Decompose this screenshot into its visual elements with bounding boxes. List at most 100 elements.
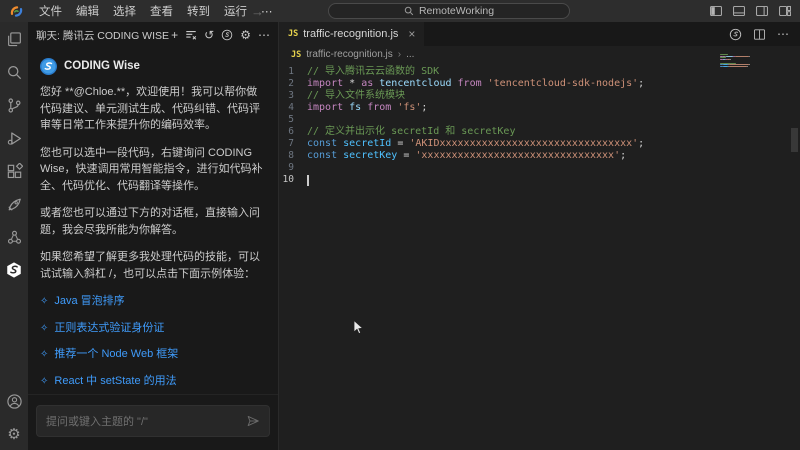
- line-number: 1: [279, 66, 307, 78]
- example-prompt-link[interactable]: ✧ 正则表达式验证身份证: [40, 320, 266, 337]
- chat-settings-gear-icon[interactable]: ⚙: [240, 29, 251, 41]
- code-text: const secretKey = 'xxxxxxxxxxxxxxxxxxxxx…: [307, 150, 626, 162]
- sparkle-icon: ✧: [40, 374, 48, 389]
- send-icon[interactable]: [246, 414, 260, 428]
- code-text: // 导入文件系统模块: [307, 90, 405, 102]
- coding-wise-mini-icon[interactable]: [221, 29, 233, 41]
- code-line[interactable]: 10: [279, 174, 800, 186]
- line-number: 3: [279, 90, 307, 102]
- tab-label: traffic-recognition.js: [303, 28, 398, 40]
- code-text: import * as tencentcloud from 'tencentcl…: [307, 78, 644, 90]
- editor-scrollbar[interactable]: [791, 128, 798, 152]
- sparkle-icon: ✧: [40, 321, 48, 336]
- chat-paragraph: 您好 **@Chloe.**，欢迎使用！我可以帮你做代码建议、单元测试生成、代码…: [40, 84, 266, 134]
- editor-more-actions-icon[interactable]: ⋯: [777, 27, 789, 41]
- example-prompt-link[interactable]: ✧ Java 冒泡排序: [40, 293, 266, 310]
- breadcrumb-separator: ›: [398, 49, 401, 60]
- nav-forward-icon[interactable]: →: [251, 4, 264, 19]
- toggle-secondary-sidebar-icon[interactable]: [755, 4, 769, 18]
- line-number: 6: [279, 126, 307, 138]
- minimap[interactable]: [720, 54, 774, 114]
- sparkle-icon: ✧: [40, 294, 48, 309]
- line-number: 4: [279, 102, 307, 114]
- menu-item[interactable]: 转到: [180, 3, 217, 19]
- rocket-icon[interactable]: [4, 194, 24, 214]
- chat-panel-title: 聊天: 腾讯云 CODING WISE: [36, 28, 171, 43]
- chat-input-placeholder: 提问或键入主题的 "/": [46, 413, 246, 429]
- menu-bar: 文件编辑选择查看转到运行: [32, 3, 254, 19]
- line-number: 5: [279, 114, 307, 126]
- chat-input-divider: [28, 394, 278, 395]
- settings-gear-icon[interactable]: ⚙: [4, 424, 24, 444]
- example-prompt-label: React 中 setState 的用法: [54, 373, 176, 390]
- extensions-icon[interactable]: [4, 161, 24, 181]
- code-line[interactable]: 9: [279, 162, 800, 174]
- text-cursor: [307, 175, 309, 186]
- example-prompt-label: 推荐一个 Node Web 框架: [54, 346, 178, 363]
- menu-item[interactable]: 编辑: [69, 3, 106, 19]
- sparkle-icon: ✧: [40, 347, 48, 362]
- menu-item[interactable]: 选择: [106, 3, 143, 19]
- tab-bar: JS traffic-recognition.js × ⋯: [279, 22, 800, 46]
- chat-more-icon[interactable]: ⋯: [258, 29, 270, 41]
- code-text: // 定义并出示化 secretId 和 secretKey: [307, 126, 515, 138]
- assistant-avatar: [40, 58, 57, 75]
- chat-message-area: CODING Wise 您好 **@Chloe.**，欢迎使用！我可以帮你做代码…: [28, 52, 278, 394]
- coding-wise-icon[interactable]: [4, 260, 24, 280]
- code-text: import fs from 'fs';: [307, 102, 427, 114]
- line-number: 7: [279, 138, 307, 150]
- example-prompts: ✧ Java 冒泡排序 ✧ 正则表达式验证身份证 ✧ 推荐一个 Node Web 框架 ✧ R…: [40, 293, 266, 389]
- code-text: const secretId = 'AKIDxxxxxxxxxxxxxxxxxx…: [307, 138, 644, 150]
- line-number: 9: [279, 162, 307, 174]
- code-text: // 导入腾讯云云函数的 SDK: [307, 66, 439, 78]
- chat-paragraph: 如果您希望了解更多我处理代码的技能，可以试试输入斜杠 /，也可以点击下面示例体验…: [40, 249, 266, 282]
- coding-app-logo-icon: [9, 4, 24, 19]
- nav-back-icon[interactable]: ←: [228, 4, 241, 19]
- line-number: 8: [279, 150, 307, 162]
- source-control-icon[interactable]: [4, 95, 24, 115]
- assistant-name: CODING Wise: [64, 58, 140, 75]
- activity-bar: ⚙: [0, 22, 28, 450]
- customize-layout-icon[interactable]: [778, 4, 792, 18]
- tab-traffic-recognition[interactable]: JS traffic-recognition.js ×: [279, 22, 424, 46]
- example-prompt-link[interactable]: ✧ 推荐一个 Node Web 框架: [40, 346, 266, 363]
- title-bar: 文件编辑选择查看转到运行 ⋯ ← → RemoteWorking: [0, 0, 800, 22]
- run-debug-icon[interactable]: [4, 128, 24, 148]
- vscode-window: 文件编辑选择查看转到运行 ⋯ ← → RemoteWorking: [0, 0, 800, 450]
- command-center-search[interactable]: RemoteWorking: [328, 3, 570, 19]
- search-sidebar-icon[interactable]: [4, 62, 24, 82]
- breadcrumb-symbol[interactable]: ...: [406, 49, 414, 60]
- split-editor-icon[interactable]: [753, 28, 766, 41]
- chat-input[interactable]: 提问或键入主题的 "/": [36, 405, 270, 437]
- assistant-header: CODING Wise: [40, 58, 266, 75]
- editor-group: JS traffic-recognition.js × ⋯ JS traffic…: [278, 22, 800, 450]
- menu-item[interactable]: 查看: [143, 3, 180, 19]
- search-text: RemoteWorking: [419, 5, 494, 17]
- explorer-icon[interactable]: [4, 29, 24, 49]
- line-number: 2: [279, 78, 307, 90]
- chat-panel-header: 聊天: 腾讯云 CODING WISE + ↺ ⚙ ⋯: [28, 22, 278, 48]
- toggle-primary-sidebar-icon[interactable]: [709, 4, 723, 18]
- js-file-icon: JS: [288, 29, 298, 39]
- chat-paragraph: 您也可以选中一段代码，右键询问 CODING Wise，快速调用常用智能指令，进…: [40, 145, 266, 195]
- account-icon[interactable]: [4, 391, 24, 411]
- example-prompt-link[interactable]: ✧ React 中 setState 的用法: [40, 373, 266, 390]
- toggle-panel-icon[interactable]: [732, 4, 746, 18]
- example-prompt-label: 正则表达式验证身份证: [54, 320, 164, 337]
- clear-chat-icon[interactable]: [185, 29, 197, 41]
- js-file-icon: JS: [291, 50, 301, 60]
- cluster-icon[interactable]: [4, 227, 24, 247]
- breadcrumb-file[interactable]: traffic-recognition.js: [306, 49, 393, 60]
- menu-item[interactable]: 文件: [32, 3, 69, 19]
- code-line[interactable]: 8const secretKey = 'xxxxxxxxxxxxxxxxxxxx…: [279, 150, 800, 162]
- chat-sidebar: 聊天: 腾讯云 CODING WISE + ↺ ⚙ ⋯ CODING Wise …: [28, 22, 278, 450]
- tab-close-icon[interactable]: ×: [408, 27, 415, 41]
- code-line[interactable]: 6// 定义并出示化 secretId 和 secretKey: [279, 126, 800, 138]
- example-prompt-label: Java 冒泡排序: [54, 293, 124, 310]
- new-chat-icon[interactable]: +: [171, 29, 178, 41]
- coding-wise-editor-icon[interactable]: [729, 28, 742, 41]
- code-line[interactable]: 7const secretId = 'AKIDxxxxxxxxxxxxxxxxx…: [279, 138, 800, 150]
- code-line[interactable]: 5: [279, 114, 800, 126]
- search-icon: [404, 6, 414, 16]
- history-icon[interactable]: ↺: [204, 29, 214, 41]
